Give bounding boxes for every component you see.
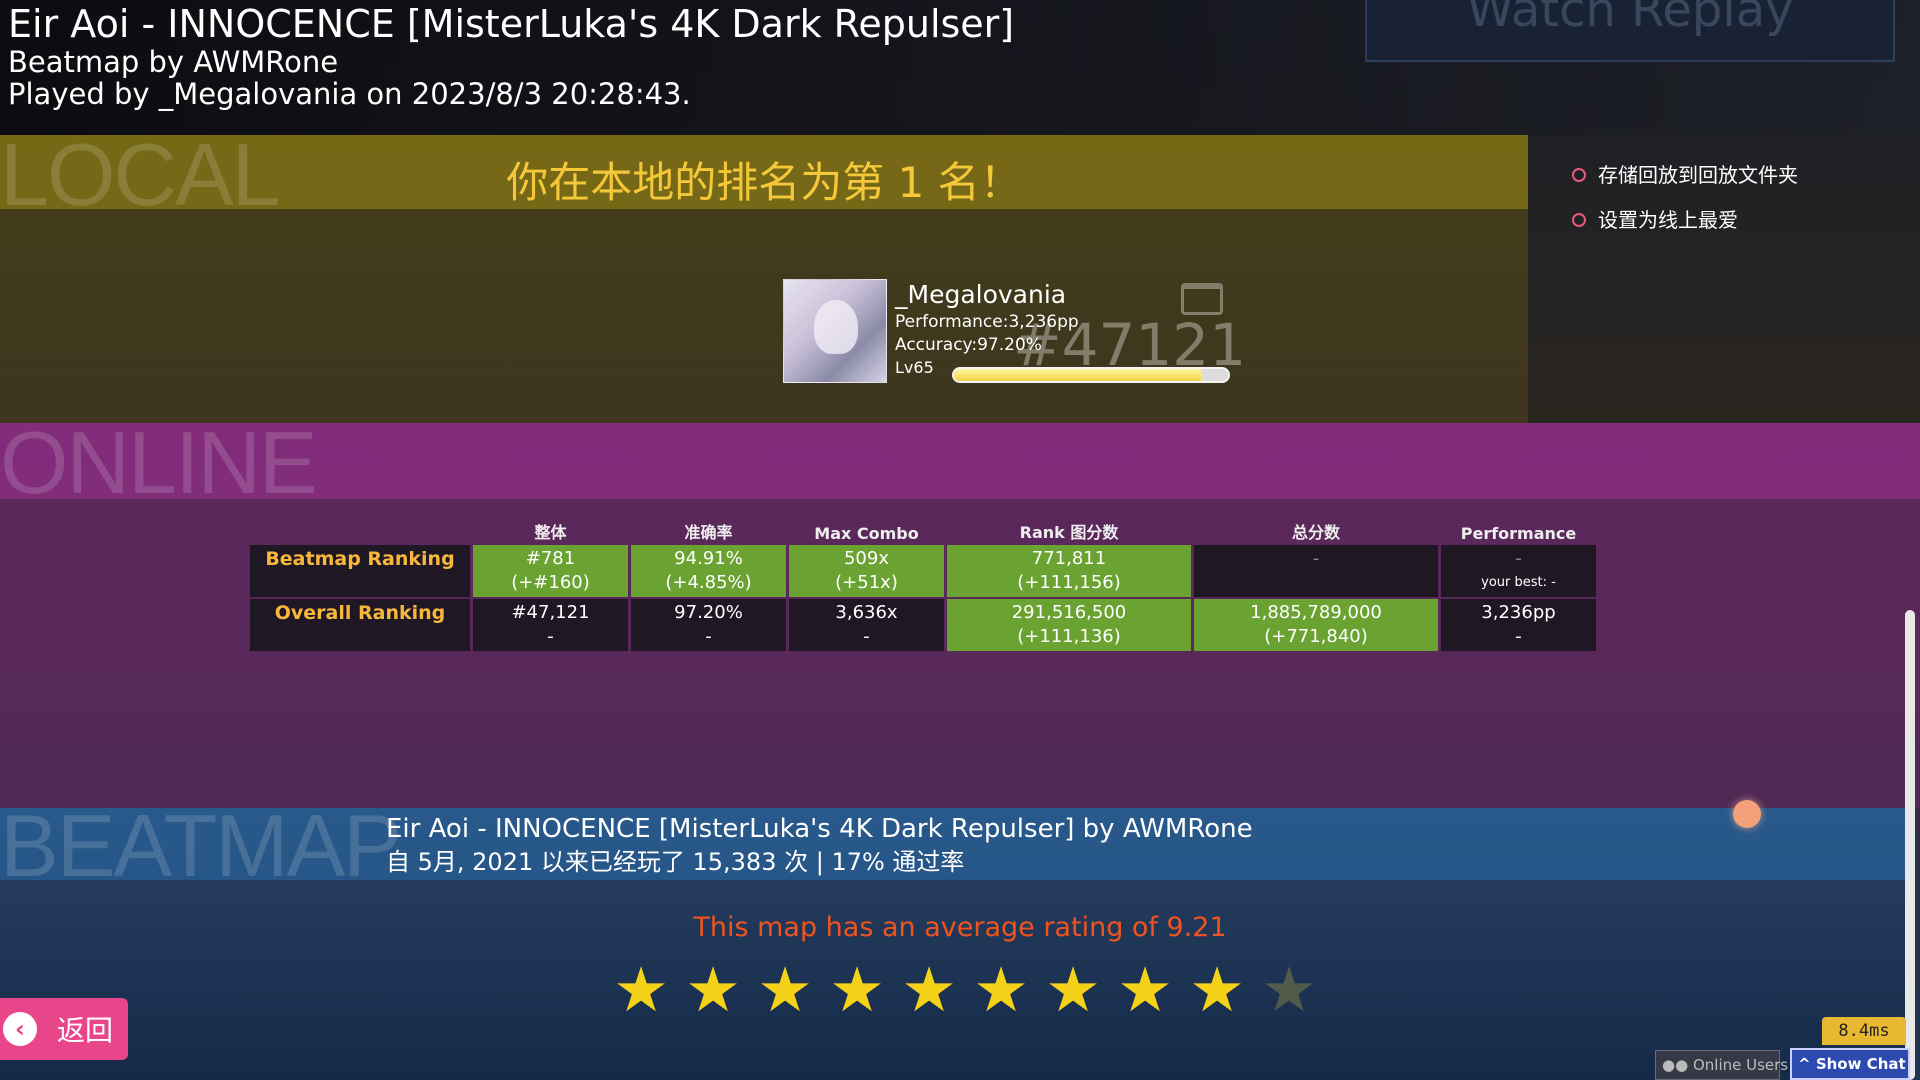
player-performance: Performance:3,236pp [895, 312, 1079, 332]
star-icon[interactable]: ★ [1181, 959, 1253, 1021]
radio-circle-icon [1572, 168, 1586, 182]
score-header: Eir Aoi - INNOCENCE [MisterLuka's 4K Dar… [0, 0, 1920, 135]
table-cell: 3,636x - [789, 599, 944, 651]
online-section: ONLINE 整体 准确率 Max Combo Rank 图分数 总分数 Per… [0, 419, 1920, 808]
level-progress-fill [954, 369, 1201, 381]
song-title: Eir Aoi - INNOCENCE [MisterLuka's 4K Dar… [8, 2, 1015, 46]
beatmap-section-label: BEATMAP [0, 796, 402, 895]
beatmap-title: Eir Aoi - INNOCENCE [MisterLuka's 4K Dar… [386, 814, 1253, 844]
back-label: 返回 [57, 1014, 114, 1047]
rating-stars[interactable]: ★ ★ ★ ★ ★ ★ ★ ★ ★ ★ [605, 959, 1325, 1021]
star-icon[interactable]: ★ [605, 959, 677, 1021]
table-cell: 97.20% - [631, 599, 786, 651]
local-rank-message: 你在本地的排名为第 1 名！ [506, 158, 1022, 207]
table-cell: #781 (+#160) [473, 545, 628, 597]
level-progress-bar [952, 367, 1230, 383]
online-banner: ONLINE [0, 419, 1920, 507]
table-cell: 509x (+51x) [789, 545, 944, 597]
save-replay-label: 存储回放到回放文件夹 [1598, 163, 1798, 187]
star-icon[interactable]: ★ [677, 959, 749, 1021]
col-accuracy: 准确率 [684, 523, 733, 542]
star-icon[interactable]: ★ [1037, 959, 1109, 1021]
online-users-label: Online Users [1692, 1056, 1789, 1074]
scrollbar[interactable] [1905, 610, 1915, 1080]
beatmap-creator: Beatmap by AWMRone [8, 45, 339, 79]
local-section: LOCAL 你在本地的排名为第 1 名！ #47121 _Megalovania… [0, 131, 1528, 423]
table-cell: 771,811 (+111,156) [947, 545, 1191, 597]
cursor-orb [1733, 800, 1761, 828]
player-name: _Megalovania [895, 280, 1067, 309]
table-cell: #47,121- [473, 599, 628, 651]
beatmap-section: BEATMAP Eir Aoi - INNOCENCE [MisterLuka'… [0, 802, 1905, 1080]
col-performance: Performance [1460, 524, 1577, 543]
latency-badge: 8.4ms [1822, 1017, 1906, 1045]
save-replay-option[interactable]: 存储回放到回放文件夹 [1572, 162, 1798, 188]
piano-mode-icon [1181, 283, 1223, 315]
overall-ranking-label: Overall Ranking [250, 599, 470, 651]
beatmap-ranking-row: Beatmap Ranking #781 (+#160) 94.91% (+4.85… [250, 545, 1596, 597]
beatmap-ranking-label: Beatmap Ranking [250, 545, 470, 597]
table-cell: 291,516,500 (+111,136) [947, 599, 1191, 651]
online-users-button[interactable]: ●● Online Users [1655, 1050, 1788, 1080]
played-by-line: Played by _Megalovania on 2023/8/3 20:28… [8, 77, 691, 111]
avatar [783, 279, 887, 383]
col-total-score: 总分数 [1291, 523, 1340, 542]
ranking-header-row: 整体 准确率 Max Combo Rank 图分数 总分数 Performanc… [250, 517, 1596, 543]
ranking-table: 整体 准确率 Max Combo Rank 图分数 总分数 Performanc… [247, 515, 1599, 653]
set-favourite-label: 设置为线上最爱 [1598, 208, 1738, 232]
show-chat-button[interactable]: ^ Show Chat [1790, 1048, 1910, 1080]
table-cell: - [1194, 545, 1438, 597]
player-accuracy: Accuracy:97.20% [895, 335, 1042, 355]
col-max-combo: Max Combo [814, 524, 919, 543]
player-card[interactable]: #47121 _Megalovania Performance:3,236pp … [783, 279, 1246, 389]
player-level: Lv65 [895, 358, 934, 377]
beatmap-play-info: 自 5月, 2021 以来已经玩了 15,383 次 | 17% 通过率 [386, 848, 965, 876]
rating-text: This map has an average rating of 9.21 [693, 912, 1227, 943]
show-chat-label: Show Chat [1815, 1055, 1906, 1073]
users-icon: ●● [1662, 1056, 1689, 1074]
col-overall: 整体 [534, 523, 567, 542]
back-button[interactable]: ‹ 返回 [0, 998, 128, 1060]
star-icon[interactable]: ★ [749, 959, 821, 1021]
star-icon[interactable]: ★ [893, 959, 965, 1021]
set-favourite-option[interactable]: 设置为线上最爱 [1572, 207, 1738, 233]
star-icon[interactable]: ★ [1109, 959, 1181, 1021]
star-icon[interactable]: ★ [821, 959, 893, 1021]
star-icon[interactable]: ★ [1253, 959, 1325, 1021]
table-cell: 94.91% (+4.85%) [631, 545, 786, 597]
online-section-label: ONLINE [0, 413, 318, 512]
table-cell: 1,885,789,000 (+771,840) [1194, 599, 1438, 651]
beatmap-banner: BEATMAP Eir Aoi - INNOCENCE [MisterLuka'… [0, 802, 1905, 890]
local-banner: LOCAL 你在本地的排名为第 1 名！ [0, 131, 1528, 219]
chevron-up-icon: ^ [1798, 1055, 1811, 1073]
chevron-left-icon: ‹ [3, 1012, 37, 1046]
table-cell: 3,236pp - [1441, 599, 1596, 651]
col-ranked-score: Rank 图分数 [1019, 523, 1119, 542]
radio-circle-icon [1572, 213, 1586, 227]
blank-header [250, 517, 470, 543]
overall-ranking-row: Overall Ranking #47,121- 97.20% - 3,636x -… [250, 599, 1596, 651]
watch-replay-button[interactable]: Watch Replay [1365, 0, 1895, 62]
star-icon[interactable]: ★ [965, 959, 1037, 1021]
table-cell: - your best: - [1441, 545, 1596, 597]
